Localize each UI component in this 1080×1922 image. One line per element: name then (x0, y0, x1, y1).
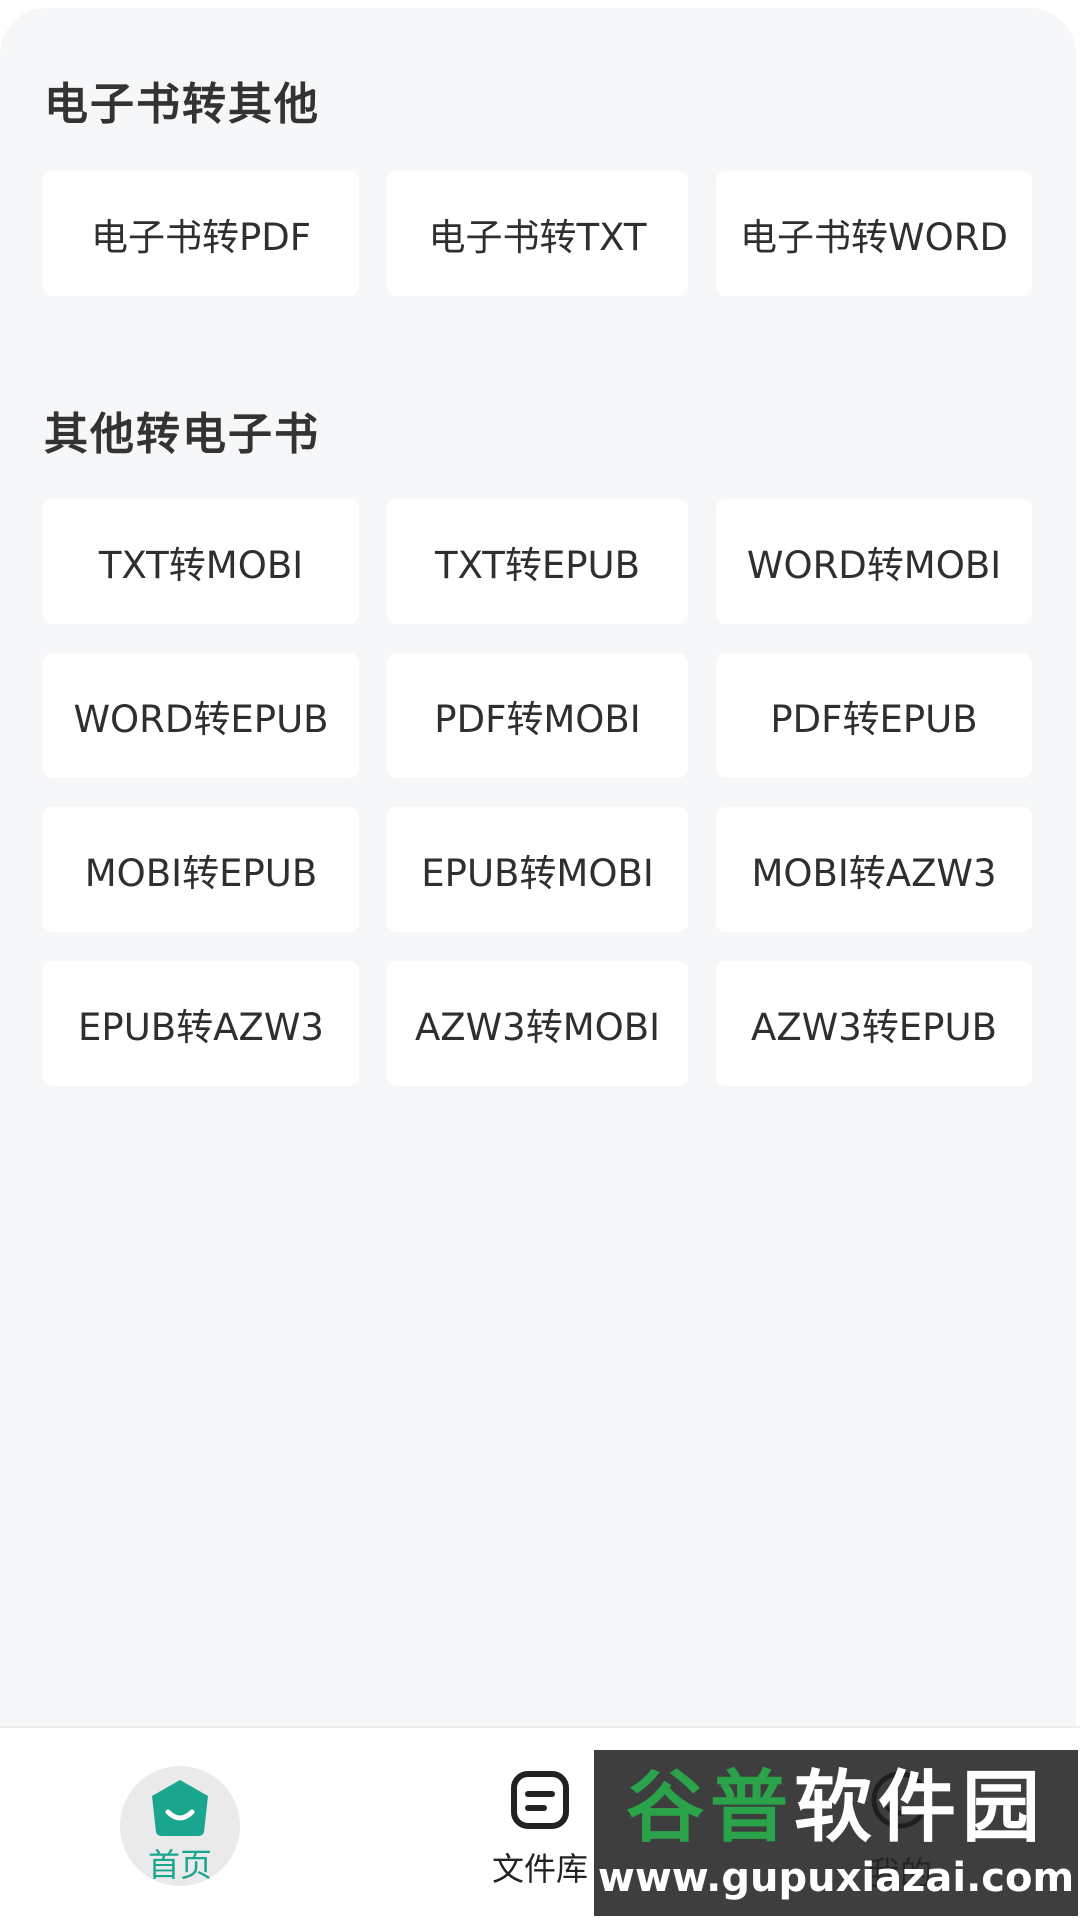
main-content: 电子书转其他 电子书转PDF 电子书转TXT 电子书转WORD 其他转电子书 T… (0, 8, 1076, 1728)
azw3-to-mobi-button[interactable]: AZW3转MOBI (387, 961, 688, 1086)
ebook-to-word-button[interactable]: 电子书转WORD (716, 171, 1032, 296)
epub-to-azw3-button[interactable]: EPUB转AZW3 (43, 961, 359, 1086)
mobi-to-azw3-button[interactable]: MOBI转AZW3 (716, 807, 1032, 932)
watermark-url: www.gupuxiazai.com (597, 1855, 1075, 1901)
txt-to-mobi-button[interactable]: TXT转MOBI (43, 499, 359, 624)
mobi-to-epub-button[interactable]: MOBI转EPUB (43, 807, 359, 932)
txt-to-epub-button[interactable]: TXT转EPUB (387, 499, 688, 624)
azw3-to-epub-button[interactable]: AZW3转EPUB (716, 961, 1032, 1086)
watermark-brand-part1: 谷普 (625, 1763, 794, 1853)
ebook-to-txt-button[interactable]: 电子书转TXT (387, 171, 688, 296)
home-icon (152, 1780, 208, 1836)
ebook-to-pdf-button[interactable]: 电子书转PDF (43, 171, 359, 296)
section-title-other-to-ebook: 其他转电子书 (44, 409, 320, 460)
nav-home-tab[interactable]: 首页 (120, 1766, 240, 1886)
pdf-to-epub-button[interactable]: PDF转EPUB (716, 653, 1032, 778)
nav-home-label: 首页 (147, 1846, 212, 1884)
file-library-icon (511, 1771, 569, 1829)
word-to-mobi-button[interactable]: WORD转MOBI (716, 499, 1032, 624)
watermark-brand: 谷普软件园 (626, 1763, 1046, 1853)
epub-to-mobi-button[interactable]: EPUB转MOBI (387, 807, 688, 932)
watermark-brand-part2: 软件园 (794, 1763, 1047, 1853)
nav-file-library-label: 文件库 (491, 1850, 588, 1888)
nav-file-library-tab[interactable]: 文件库 (480, 1768, 600, 1908)
word-to-epub-button[interactable]: WORD转EPUB (43, 653, 359, 778)
pdf-to-mobi-button[interactable]: PDF转MOBI (387, 653, 688, 778)
watermark-overlay: 谷普软件园 www.gupuxiazai.com (594, 1750, 1078, 1916)
other-to-ebook-grid: TXT转MOBI TXT转EPUB WORD转MOBI WORD转EPUB PD… (43, 499, 1033, 1086)
ebook-to-other-grid: 电子书转PDF 电子书转TXT 电子书转WORD (43, 171, 1033, 296)
section-title-ebook-to-other: 电子书转其他 (44, 79, 320, 130)
